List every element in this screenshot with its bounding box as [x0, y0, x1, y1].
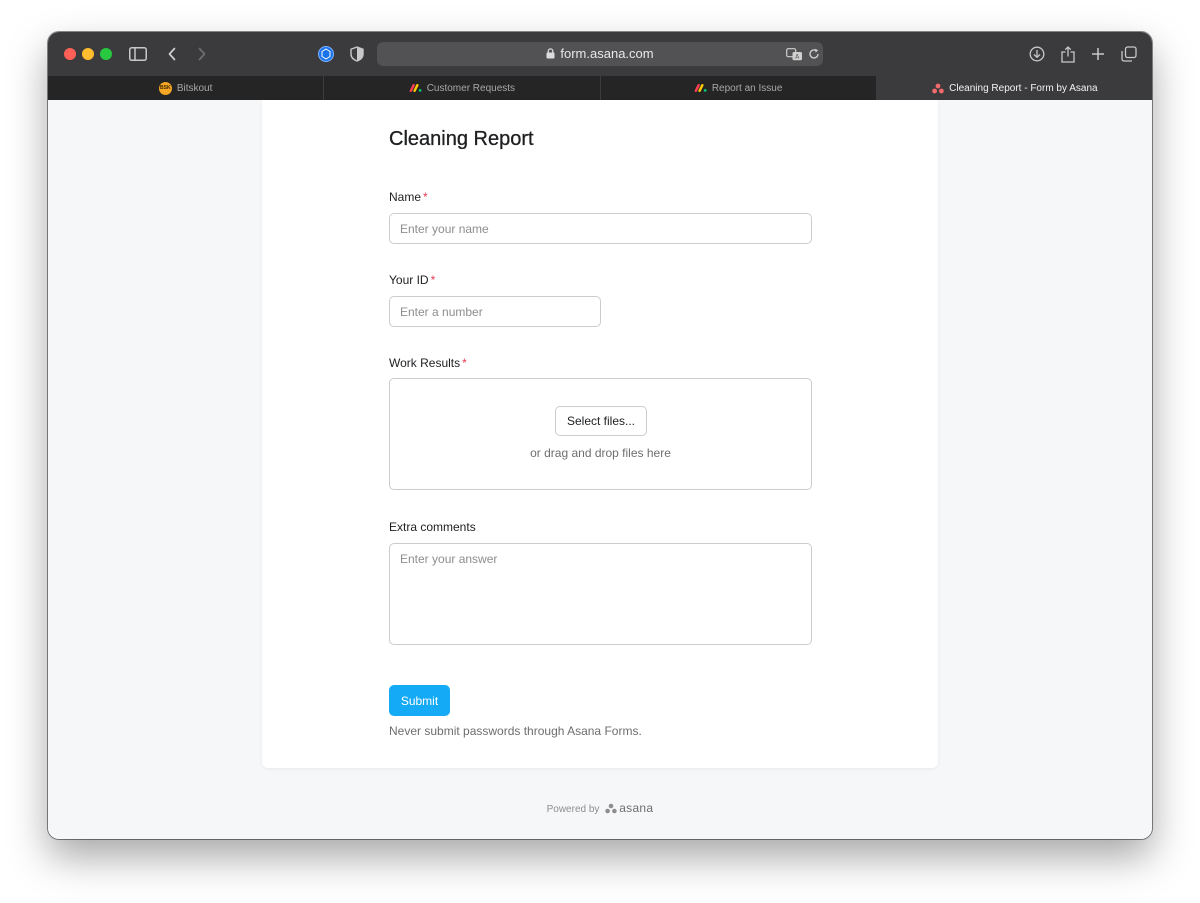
reload-icon[interactable] — [803, 43, 825, 65]
page-content: Cleaning Report Name* Your ID* Work Resu… — [48, 100, 1152, 839]
asana-logo-icon — [605, 803, 617, 814]
required-marker: * — [462, 356, 467, 370]
extra-comments-textarea[interactable] — [389, 543, 812, 645]
tab-label: Cleaning Report - Form by Asana — [949, 82, 1098, 94]
close-window-button[interactable] — [64, 48, 76, 60]
browser-window: form.asana.com A BSK Bitskout Customer R… — [48, 32, 1152, 839]
powered-by-footer[interactable]: Powered by asana — [48, 801, 1152, 815]
tab-overview-icon[interactable] — [1118, 43, 1140, 65]
back-icon[interactable] — [161, 43, 183, 65]
tab-cleaning-report[interactable]: Cleaning Report - Form by Asana — [876, 76, 1152, 100]
form-card: Cleaning Report Name* Your ID* Work Resu… — [262, 100, 938, 768]
name-label: Name * — [389, 190, 428, 204]
tab-customer-requests[interactable]: Customer Requests — [324, 76, 601, 100]
share-icon[interactable] — [1057, 43, 1079, 65]
minimize-window-button[interactable] — [82, 48, 94, 60]
asana-wordmark: asana — [619, 801, 654, 815]
required-marker: * — [423, 190, 428, 204]
monday-logo-icon — [694, 82, 707, 95]
tab-label: Customer Requests — [426, 82, 516, 94]
your-id-label: Your ID * — [389, 273, 436, 287]
url-text: form.asana.com — [560, 46, 654, 61]
submit-button[interactable]: Submit — [389, 685, 450, 716]
file-dropzone[interactable]: Select files... or drag and drop files h… — [389, 378, 812, 490]
your-id-input[interactable] — [389, 296, 601, 327]
required-marker: * — [430, 273, 436, 287]
asana-logo-icon — [931, 82, 944, 95]
address-bar[interactable]: form.asana.com A — [377, 42, 823, 66]
powered-by-text: Powered by — [546, 804, 600, 815]
sidebar-toggle-icon[interactable] — [127, 43, 149, 65]
browser-toolbar: form.asana.com A — [48, 32, 1152, 77]
extra-comments-label: Extra comments — [389, 520, 476, 534]
extension-icon[interactable] — [315, 43, 337, 65]
new-tab-icon[interactable] — [1087, 43, 1109, 65]
tab-report-an-issue[interactable]: Report an Issue — [601, 76, 877, 100]
select-files-button[interactable]: Select files... — [555, 406, 647, 436]
work-results-label: Work Results * — [389, 356, 467, 370]
name-input[interactable] — [389, 213, 812, 244]
zoom-window-button[interactable] — [100, 48, 112, 60]
form-title: Cleaning Report — [389, 128, 534, 150]
privacy-shield-icon[interactable] — [346, 43, 368, 65]
bitskout-logo-icon: BSK — [158, 81, 172, 95]
lock-icon — [546, 48, 555, 59]
translate-icon[interactable]: A — [783, 43, 805, 65]
forward-icon[interactable] — [191, 43, 213, 65]
monday-logo-icon — [409, 82, 422, 95]
downloads-icon[interactable] — [1026, 43, 1048, 65]
drop-hint: or drag and drop files here — [530, 446, 671, 460]
tab-bar: BSK Bitskout Customer Requests Report an… — [48, 76, 1152, 100]
password-notice: Never submit passwords through Asana For… — [389, 724, 642, 738]
tab-label: Report an Issue — [711, 82, 783, 94]
tab-bitskout[interactable]: BSK Bitskout — [48, 76, 325, 100]
tab-label: Bitskout — [176, 82, 213, 94]
